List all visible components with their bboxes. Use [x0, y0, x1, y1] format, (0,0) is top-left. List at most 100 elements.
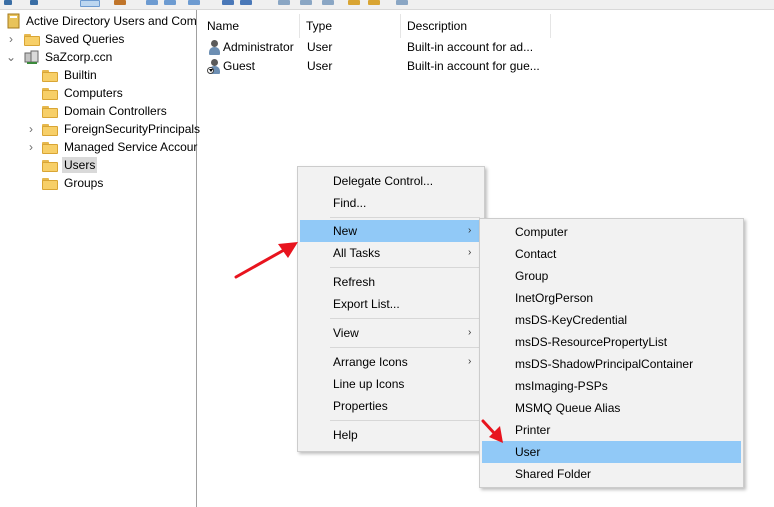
tree-item-saved-queries[interactable]: › Saved Queries: [0, 30, 196, 48]
tree-root[interactable]: Active Directory Users and Com: [0, 12, 197, 30]
refresh-icon[interactable]: [188, 0, 200, 5]
toolbar: [0, 0, 774, 10]
column-header-name[interactable]: Name: [201, 14, 300, 38]
menu-item-label: Export List...: [333, 297, 400, 311]
new-group-icon[interactable]: [240, 0, 252, 5]
menu-item-find[interactable]: Find...: [300, 192, 482, 214]
menu-item-new[interactable]: New ›: [300, 220, 480, 242]
tree-item-label: Domain Controllers: [64, 104, 167, 118]
folder-icon: [42, 157, 58, 173]
help-icon[interactable]: [164, 0, 176, 5]
submenu-arrow-icon: ›: [468, 327, 472, 338]
tree-item-users[interactable]: Users: [0, 156, 196, 174]
table-row[interactable]: Guest User Built-in account for gue...: [201, 57, 774, 76]
properties-icon[interactable]: [114, 0, 126, 5]
menu-item-view[interactable]: View ›: [300, 322, 482, 344]
menu-item-refresh[interactable]: Refresh: [300, 271, 482, 293]
menu-item-label: Arrange Icons: [333, 355, 408, 369]
row-description: Built-in account for ad...: [407, 40, 534, 54]
menu-item-delegate-control[interactable]: Delegate Control...: [300, 170, 482, 192]
tree-item-managed-service-accounts[interactable]: › Managed Service Accour: [0, 138, 198, 156]
console-tree[interactable]: Active Directory Users and Com › Saved Q…: [0, 10, 200, 507]
submenu-item-msds-shadowprincipalcontainer[interactable]: msDS-ShadowPrincipalContainer: [482, 353, 741, 375]
tree-item-builtin[interactable]: Builtin: [0, 66, 196, 84]
menu-item-label: Refresh: [333, 275, 376, 289]
menu-item-label: Line up Icons: [333, 377, 405, 391]
tree-item-domain-controllers[interactable]: Domain Controllers: [0, 102, 196, 120]
delegate-icon[interactable]: [396, 0, 408, 5]
row-type: User: [307, 40, 333, 54]
disabled-user-icon: [207, 59, 223, 75]
tree-item-groups[interactable]: Groups: [0, 174, 196, 192]
menu-item-line-up-icons[interactable]: Line up Icons: [300, 373, 482, 395]
tree-item-foreign-security-principals[interactable]: › ForeignSecurityPrincipals: [0, 120, 200, 138]
menu-separator: [330, 267, 480, 268]
ou-folder-icon: [42, 103, 58, 119]
expand-icon[interactable]: ›: [26, 141, 36, 153]
submenu-item-msds-resourcepropertylist[interactable]: msDS-ResourcePropertyList: [482, 331, 741, 353]
aduc-book-icon: [6, 13, 22, 29]
search-icon[interactable]: [278, 0, 290, 5]
row-name: Guest: [223, 59, 256, 73]
tree-item-computers[interactable]: Computers: [0, 84, 196, 102]
submenu-item-inetorgperson[interactable]: InetOrgPerson: [482, 287, 741, 309]
folder-icon[interactable]: [368, 0, 380, 5]
menu-item-label: User: [515, 445, 541, 459]
annotation-arrow-new-icon: [234, 242, 298, 279]
menu-separator: [330, 217, 480, 218]
collapse-icon[interactable]: ⌄: [6, 51, 16, 63]
tree-root-label: Active Directory Users and Com: [26, 14, 197, 28]
table-row[interactable]: Administrator User Built-in account for …: [201, 38, 774, 57]
menu-item-label: Delegate Control...: [333, 174, 434, 188]
submenu-item-msimaging-psps[interactable]: msImaging-PSPs: [482, 375, 741, 397]
menu-separator: [330, 347, 480, 348]
export-icon[interactable]: [146, 0, 158, 5]
tree-item-label: Groups: [64, 176, 104, 190]
submenu-item-printer[interactable]: Printer: [482, 419, 741, 441]
new-user-icon[interactable]: [222, 0, 234, 5]
submenu-item-msds-keycredential[interactable]: msDS-KeyCredential: [482, 309, 741, 331]
find-icon[interactable]: [322, 0, 334, 5]
submenu-item-shared-folder[interactable]: Shared Folder: [482, 463, 741, 485]
menu-item-all-tasks[interactable]: All Tasks ›: [300, 242, 482, 264]
expand-icon[interactable]: ›: [26, 123, 36, 135]
menu-item-help[interactable]: Help: [300, 424, 482, 446]
menu-separator: [330, 420, 480, 421]
tree-item-label: ForeignSecurityPrincipals: [64, 122, 201, 136]
menu-item-label: msDS-ResourcePropertyList: [515, 335, 668, 349]
submenu-arrow-icon: ›: [468, 247, 472, 258]
add-to-group-icon[interactable]: [348, 0, 360, 5]
folder-icon: [42, 175, 58, 191]
menu-item-label: msDS-KeyCredential: [515, 313, 628, 327]
menu-item-label: InetOrgPerson: [515, 291, 594, 305]
filter-icon[interactable]: [300, 0, 312, 5]
menu-item-label: Group: [515, 269, 549, 283]
tree-item-label: Managed Service Accour: [64, 140, 198, 154]
column-header-type[interactable]: Type: [300, 14, 401, 38]
row-name: Administrator: [223, 40, 294, 54]
forward-icon[interactable]: [30, 0, 38, 5]
submenu-arrow-icon: ›: [468, 225, 472, 236]
menu-item-label: Find...: [333, 196, 367, 210]
menu-item-properties[interactable]: Properties: [300, 395, 482, 417]
row-description: Built-in account for gue...: [407, 59, 540, 73]
menu-item-arrange-icons[interactable]: Arrange Icons ›: [300, 351, 482, 373]
context-menu: Delegate Control... Find... New › All Ta…: [297, 166, 485, 452]
submenu-item-contact[interactable]: Contact: [482, 243, 741, 265]
tree-item-domain[interactable]: ⌄ SaZcorp.ccn: [0, 48, 196, 66]
tree-item-label: SaZcorp.ccn: [45, 50, 113, 64]
menu-item-export-list[interactable]: Export List...: [300, 293, 482, 315]
menu-item-label: Shared Folder: [515, 467, 592, 481]
submenu-item-msmq-queue-alias[interactable]: MSMQ Queue Alias: [482, 397, 741, 419]
new-submenu: Computer Contact Group InetOrgPerson msD…: [479, 218, 744, 488]
back-icon[interactable]: [4, 0, 12, 5]
console-tree-icon[interactable]: [80, 0, 100, 7]
column-header-description[interactable]: Description: [401, 14, 551, 38]
expand-icon[interactable]: ›: [6, 33, 16, 45]
submenu-item-group[interactable]: Group: [482, 265, 741, 287]
submenu-item-computer[interactable]: Computer: [482, 221, 741, 243]
menu-separator: [330, 318, 480, 319]
submenu-item-user[interactable]: User: [482, 441, 741, 463]
menu-item-label: msImaging-PSPs: [515, 379, 608, 393]
folder-icon: [42, 139, 58, 155]
